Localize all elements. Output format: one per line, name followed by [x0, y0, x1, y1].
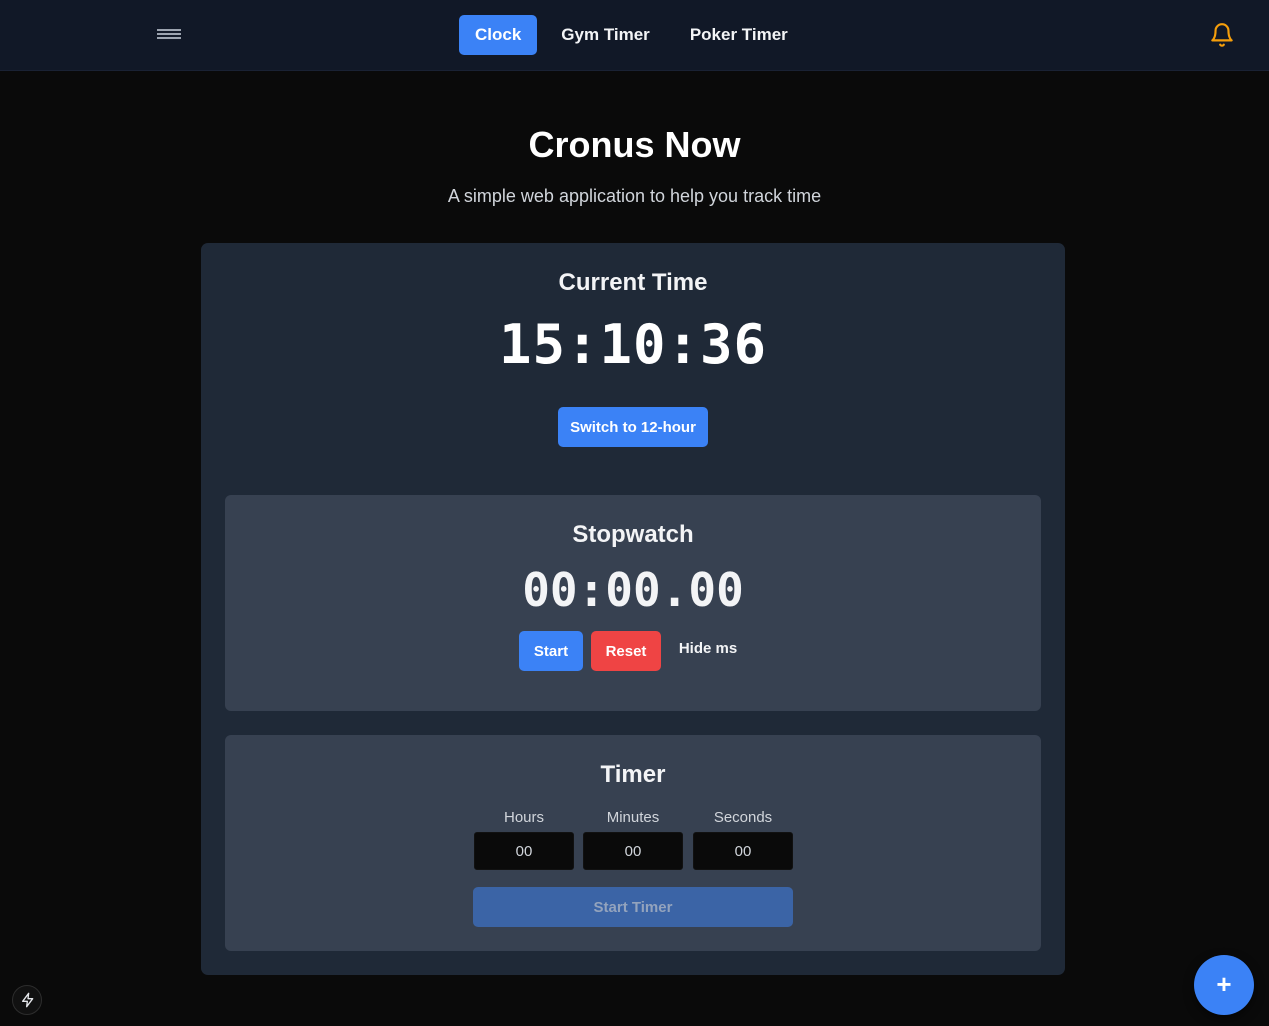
seconds-input[interactable] [693, 832, 793, 870]
current-time-title: Current Time [558, 269, 708, 296]
stopwatch-reset-button[interactable]: Reset [591, 631, 661, 671]
stopwatch-start-button[interactable]: Start [519, 631, 583, 671]
hide-ms-toggle[interactable]: Hide ms [673, 631, 743, 667]
bell-icon[interactable] [1209, 21, 1235, 49]
tab-poker-timer[interactable]: Poker Timer [674, 15, 804, 55]
lightning-bolt-icon[interactable] [12, 985, 42, 1015]
tab-clock[interactable]: Clock [459, 15, 538, 55]
current-time-display: 15:10:36 [498, 313, 768, 376]
top-navigation: Clock Gym Timer Poker Timer [0, 0, 1269, 71]
minutes-label: Minutes [606, 809, 660, 826]
page-title: Cronus Now [528, 124, 741, 165]
page-subtitle: A simple web application to help you tra… [447, 186, 822, 206]
start-timer-button[interactable]: Start Timer [473, 887, 793, 927]
stopwatch-display: 00:00.00 [522, 563, 744, 617]
hours-field-group: Hours [474, 809, 574, 870]
add-fab-button[interactable]: + [1194, 955, 1254, 1015]
switch-12-hour-button[interactable]: Switch to 12-hour [558, 407, 708, 447]
tab-gym-timer[interactable]: Gym Timer [545, 15, 666, 55]
seconds-label: Seconds [713, 809, 773, 826]
nav-tabs: Clock Gym Timer Poker Timer [459, 15, 804, 55]
seconds-field-group: Seconds [693, 809, 793, 870]
hours-label: Hours [503, 809, 544, 826]
stopwatch-title: Stopwatch [572, 521, 694, 548]
main-card: Current Time 15:10:36 Switch to 12-hour … [201, 243, 1065, 975]
minutes-input[interactable] [583, 832, 683, 870]
stopwatch-panel: Stopwatch 00:00.00 Start Reset Hide ms [225, 495, 1041, 711]
timer-title: Timer [600, 761, 666, 788]
timer-panel: Timer Hours Minutes Seconds Start Timer [225, 735, 1041, 951]
hamburger-icon[interactable] [157, 29, 181, 43]
hours-input[interactable] [474, 832, 574, 870]
minutes-field-group: Minutes [583, 809, 683, 870]
